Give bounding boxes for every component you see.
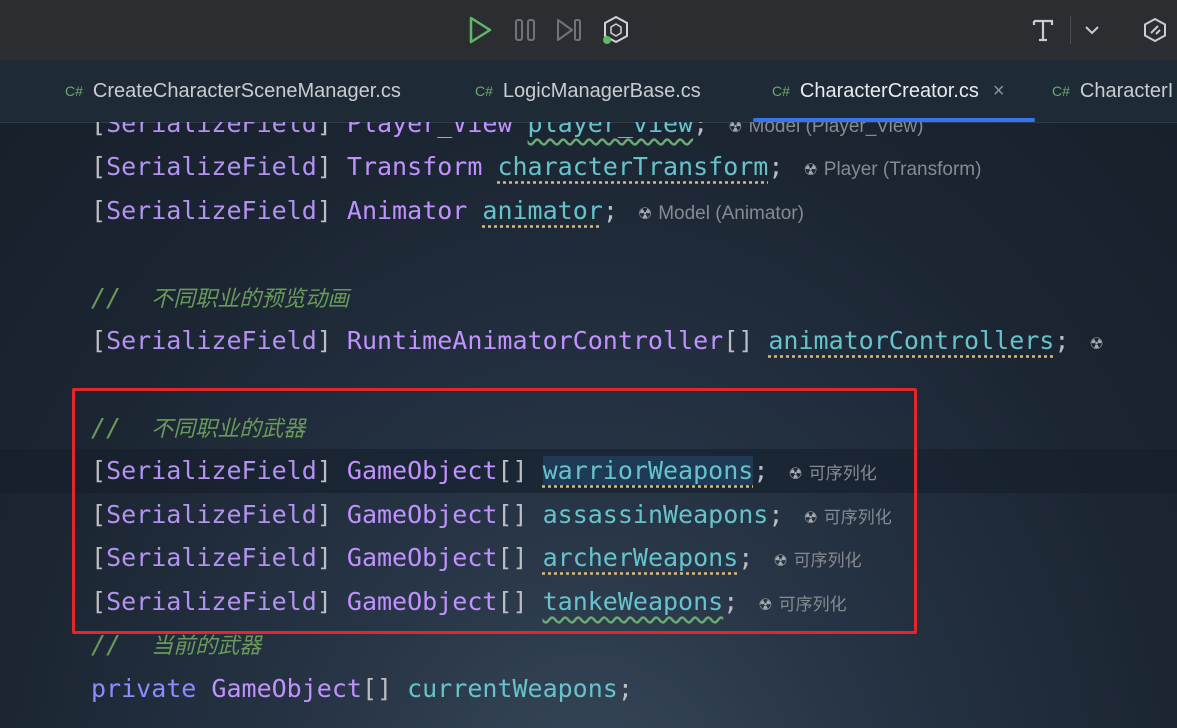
pause-icon[interactable] bbox=[507, 12, 543, 48]
inlay-hint: ☢ Model (Player_View) bbox=[728, 122, 923, 137]
step-icon[interactable] bbox=[551, 12, 587, 48]
inlay-hint: ☢ Player (Transform) bbox=[803, 159, 982, 180]
unity-icon: ☢ bbox=[1089, 336, 1104, 353]
csharp-file-icon: C# bbox=[1052, 83, 1070, 99]
tab-createcharacterscenemanager[interactable]: C# CreateCharacterSceneManager.cs bbox=[65, 60, 401, 122]
plugin-icon[interactable] bbox=[1137, 12, 1173, 48]
code-comment: // 不同职业的预览动画 bbox=[91, 283, 350, 312]
code-line: [SerializeField] RuntimeAnimatorControll… bbox=[91, 319, 1110, 363]
code-line: [SerializeField] Animator animator; ☢ Mode… bbox=[91, 196, 804, 225]
unity-icon: ☢ bbox=[728, 122, 743, 136]
tab-label: CharacterCreator.cs bbox=[799, 79, 979, 102]
inlay-hint: ☢ Model (Animator) bbox=[637, 203, 804, 224]
code-line: [SerializeField] Transform characterTran… bbox=[91, 152, 982, 181]
tab-label: LogicManagerBase.cs bbox=[502, 79, 701, 102]
inlay-hint: ☢ bbox=[1089, 333, 1109, 354]
csharp-file-icon: C# bbox=[772, 83, 790, 99]
editor-tab-bar: C# CreateCharacterSceneManager.cs C# Log… bbox=[0, 60, 1177, 123]
code-line: [SerializeField] Player_View player_view… bbox=[91, 122, 923, 146]
toolbar-separator bbox=[1070, 16, 1071, 44]
tab-label: CharacterI bbox=[1079, 79, 1174, 102]
unity-icon: ☢ bbox=[803, 162, 818, 179]
csharp-file-icon: C# bbox=[475, 83, 493, 99]
unity-icon: ☢ bbox=[637, 206, 653, 223]
tab-charactercreator[interactable]: C# CharacterCreator.cs × bbox=[772, 60, 1005, 122]
code-line: private GameObject[] currentWeapons; bbox=[91, 674, 633, 703]
tab-label: CreateCharacterSceneManager.cs bbox=[92, 79, 401, 102]
tab-logicmanagerbase[interactable]: C# LogicManagerBase.cs bbox=[475, 60, 701, 122]
chevron-down-icon[interactable] bbox=[1074, 12, 1110, 48]
highlight-annotation-box bbox=[72, 388, 917, 634]
tab-characteri[interactable]: C# CharacterI bbox=[1052, 60, 1173, 122]
close-icon[interactable]: × bbox=[993, 80, 1005, 103]
play-icon[interactable] bbox=[462, 12, 498, 48]
unity-debug-icon[interactable] bbox=[598, 12, 634, 48]
csharp-file-icon: C# bbox=[65, 83, 83, 99]
toolbar bbox=[0, 0, 1177, 61]
text-t-icon[interactable] bbox=[1025, 12, 1061, 48]
